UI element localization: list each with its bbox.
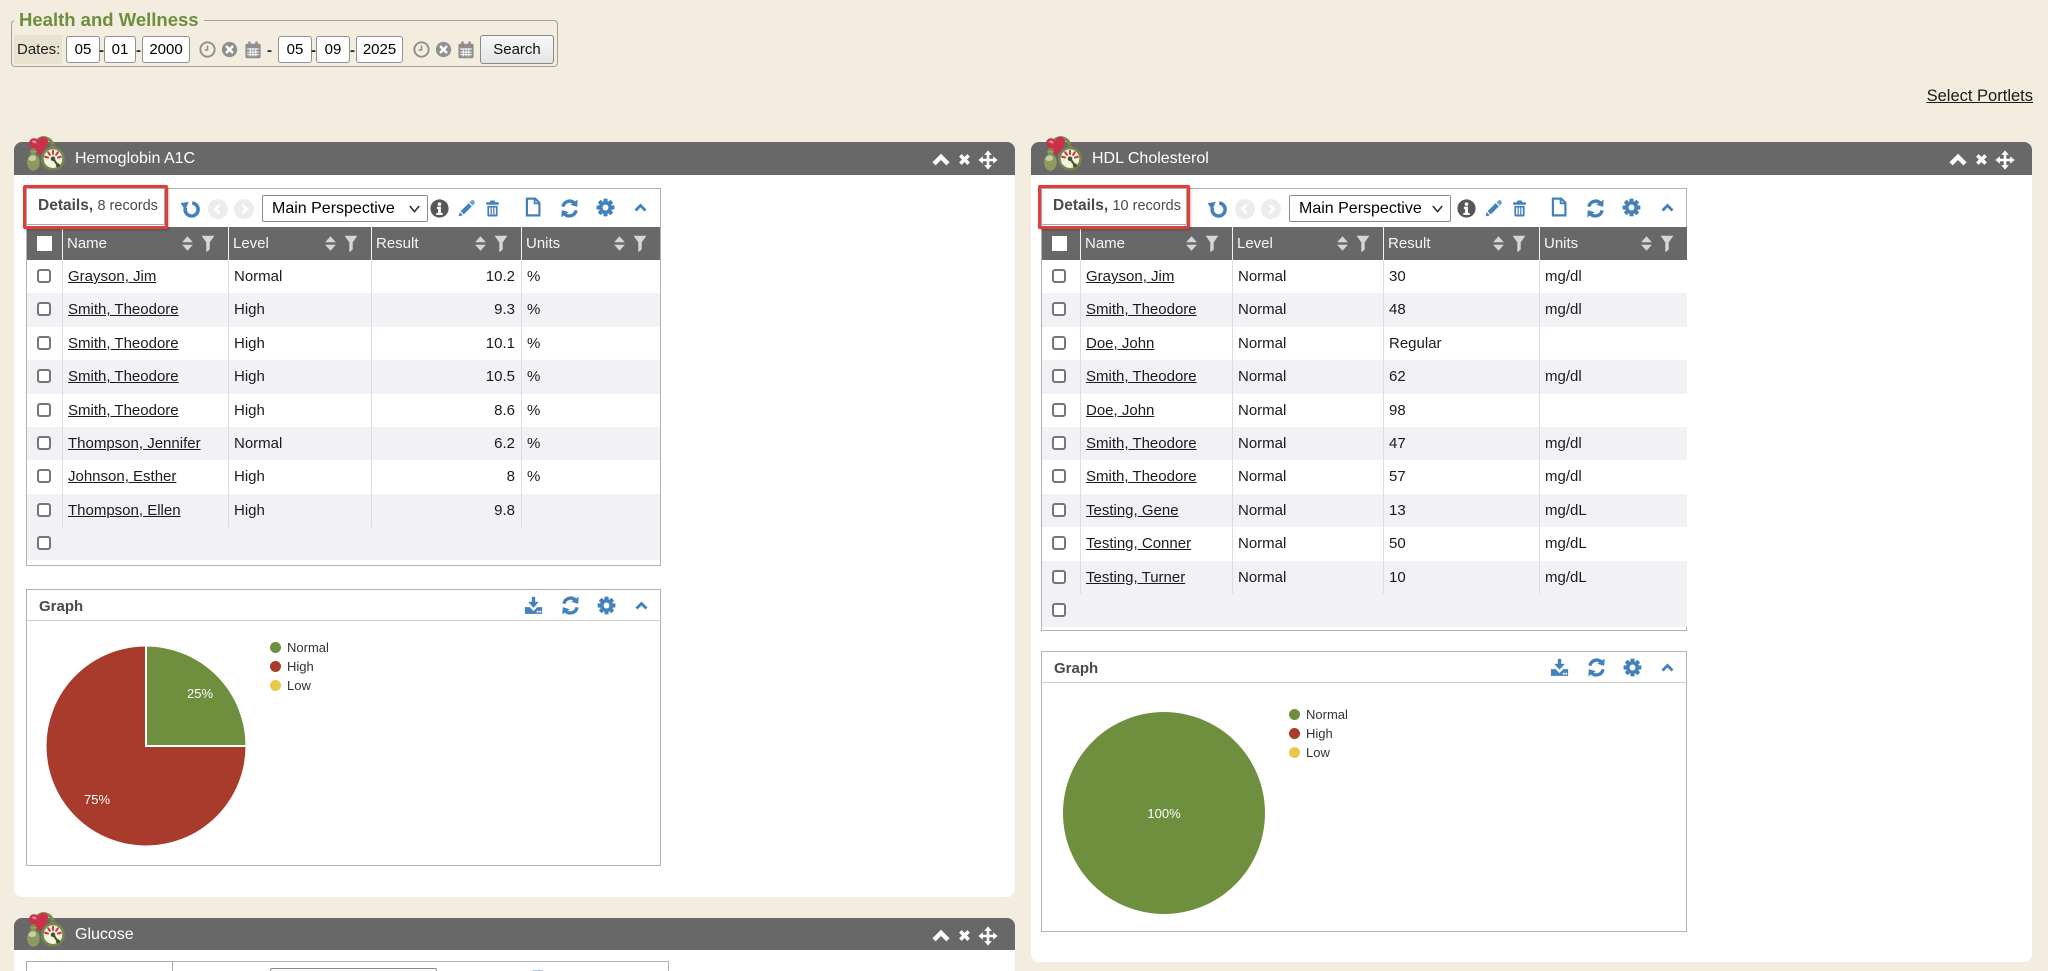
svg-text:25%: 25%	[187, 686, 213, 701]
svg-text:100%: 100%	[1147, 806, 1181, 821]
svg-text:75%: 75%	[84, 792, 110, 807]
